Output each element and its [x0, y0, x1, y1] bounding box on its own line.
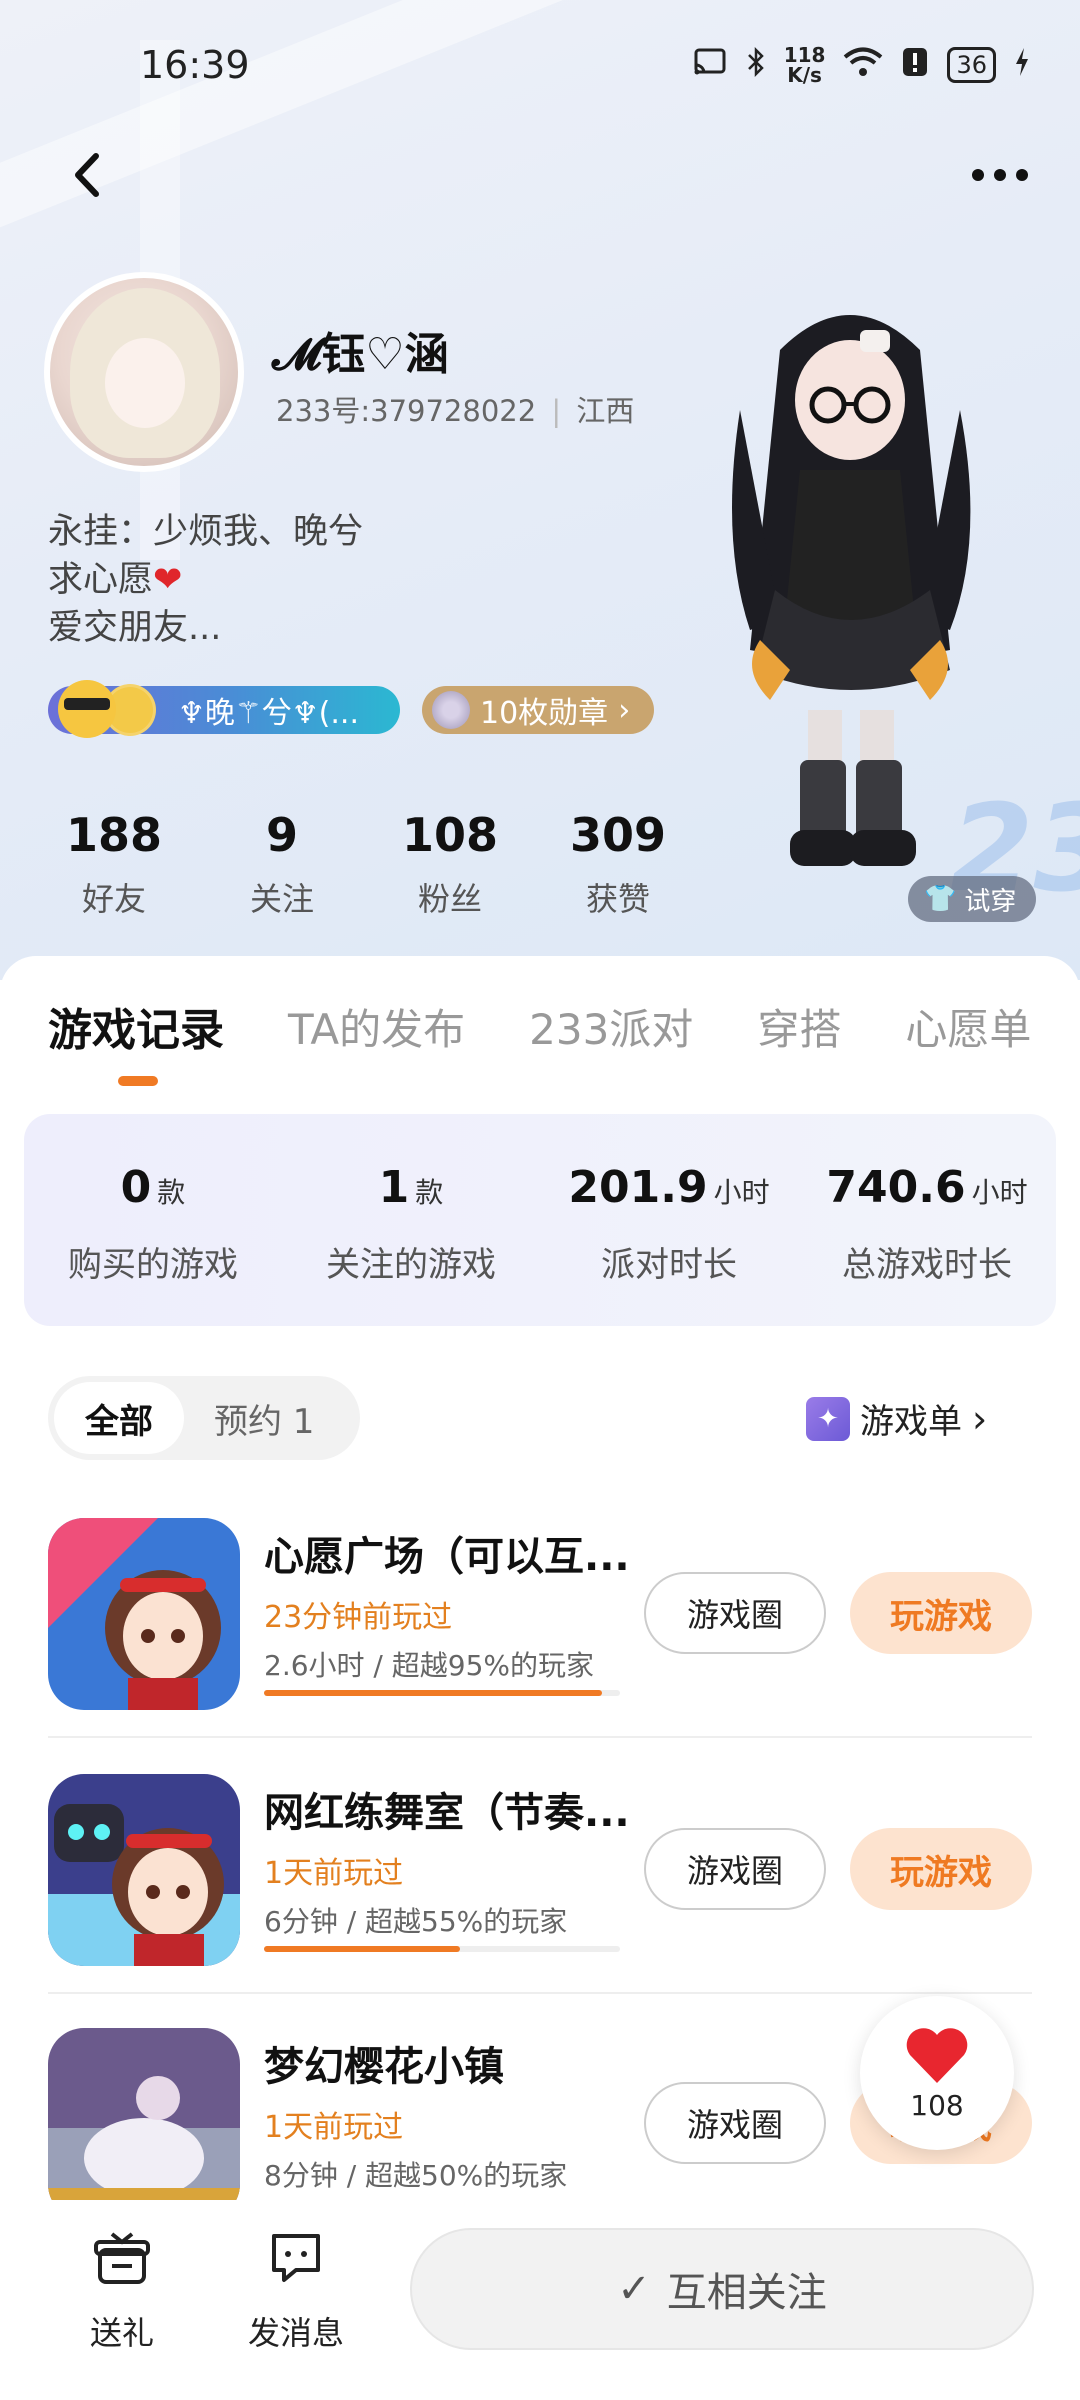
like-floating-button[interactable]: 108: [860, 1996, 1014, 2150]
stat-following[interactable]: 9 关注: [198, 808, 366, 920]
medal-icon: [432, 691, 470, 729]
divider: [48, 1736, 1032, 1738]
last-played: 1天前玩过: [264, 2110, 404, 2145]
network-speed: 118 K/s: [783, 43, 826, 87]
top-navigation: [0, 130, 1080, 220]
game-title: 梦幻樱花小镇: [264, 2044, 504, 2090]
game-circle-button[interactable]: 游戏圈: [644, 1828, 826, 1910]
list-item[interactable]: 网红练舞室（节奏... 1天前玩过 6分钟 / 超越55%的玩家 游戏圈 玩游戏: [48, 1774, 1032, 2024]
chat-bubble-icon: [272, 2234, 320, 2282]
more-dots-icon: [972, 169, 1028, 181]
bluetooth-icon: [746, 46, 766, 85]
send-gift-button[interactable]: 送礼: [62, 2228, 182, 2354]
tab-game-records[interactable]: 游戏记录: [48, 994, 224, 1058]
chevron-right-icon: ›: [618, 692, 631, 728]
play-stats: 6分钟 / 超越55%的玩家: [264, 1905, 568, 1938]
content-sheet: 游戏记录 TA的发布 233派对 穿搭 心愿单 0款 购买的游戏 1款 关注的游…: [0, 956, 1080, 2400]
tab-outfits[interactable]: 穿搭: [757, 996, 841, 1057]
play-stats: 2.6小时 / 超越95%的玩家: [264, 1649, 594, 1682]
summary-total-game-time: 740.6 小时 总游戏时长: [826, 1162, 1028, 1285]
user-bio: 永挂：少烦我、晚兮 求心愿❤ 爱交朋友...: [48, 512, 364, 648]
profile-stats: 188 好友 9 关注 108 粉丝 309 获赞: [30, 808, 702, 920]
check-icon: ✓: [617, 2266, 651, 2312]
bottom-action-bar: 送礼 发消息 ✓ 互相关注: [0, 2200, 1080, 2400]
username: 𝓜钰♡涵: [272, 329, 449, 380]
play-stats: 8分钟 / 超越50%的玩家: [264, 2159, 568, 2192]
list-item[interactable]: 心愿广场（可以互... 23分钟前玩过 2.6小时 / 超越95%的玩家 游戏圈…: [48, 1518, 1032, 1768]
mutual-follow-button[interactable]: ✓ 互相关注: [410, 2228, 1034, 2350]
last-played: 23分钟前玩过: [264, 1600, 453, 1635]
status-bar: 16:39 118 K/s 36: [0, 0, 1080, 130]
divider: [48, 1992, 1032, 1994]
game-title: 心愿广场（可以互...: [264, 1534, 630, 1580]
heart-icon: ❤: [153, 560, 183, 600]
tab-233-party[interactable]: 233派对: [529, 996, 693, 1057]
game-circle-button[interactable]: 游戏圈: [644, 1572, 826, 1654]
game-filter-segment: 全部 预约 1: [48, 1376, 360, 1460]
game-icon-wish-plaza: [48, 1518, 240, 1710]
progress-bar: [264, 1690, 620, 1696]
stat-followers[interactable]: 108 粉丝: [366, 808, 534, 920]
game-circle-button[interactable]: 游戏圈: [644, 2082, 826, 2164]
badges-row: ♆晚⚚兮♆(... 10枚勋章 ›: [48, 680, 655, 738]
stat-likes[interactable]: 309 获赞: [534, 808, 702, 920]
summary-purchased-games[interactable]: 0款 购买的游戏: [24, 1114, 282, 1326]
profile-tabs: 游戏记录 TA的发布 233派对 穿搭 心愿单: [48, 994, 1031, 1058]
game-icon-dance-studio: [48, 1774, 240, 1966]
cool-emoji-icon: [58, 680, 168, 740]
play-game-button[interactable]: 玩游戏: [850, 1828, 1032, 1910]
avatar-character-figure[interactable]: [700, 290, 1000, 890]
progress-bar: [264, 1946, 620, 1952]
avatar[interactable]: [44, 272, 244, 472]
filter-all[interactable]: 全部: [54, 1382, 184, 1454]
shirt-icon: 👕: [924, 884, 957, 914]
game-title: 网红练舞室（节奏...: [264, 1790, 630, 1836]
sparkle-icon: ✦: [806, 1396, 850, 1441]
alert-icon: [901, 46, 929, 85]
user-id-region: 233号:379728022 | 江西: [276, 394, 635, 428]
back-arrow-icon: [75, 153, 99, 197]
tab-wishlist[interactable]: 心愿单: [905, 996, 1031, 1057]
game-summary-card: 0款 购买的游戏 1款 关注的游戏 201.9 小时 派对时长 740.6 小时 总…: [24, 1114, 1056, 1326]
play-game-button[interactable]: 玩游戏: [850, 1572, 1032, 1654]
active-tab-indicator: [118, 1076, 158, 1086]
game-list-link[interactable]: ✦ 游戏单 ›: [806, 1394, 987, 1443]
wifi-icon: [843, 46, 883, 85]
more-options-button[interactable]: [970, 167, 1030, 183]
summary-followed-games[interactable]: 1款 关注的游戏: [282, 1114, 540, 1326]
try-on-button[interactable]: 👕 试穿: [908, 876, 1037, 922]
status-time: 16:39: [140, 43, 250, 87]
battery-indicator: 36: [947, 47, 996, 83]
send-message-button[interactable]: 发消息: [236, 2228, 356, 2354]
cast-icon: [692, 47, 728, 84]
last-played: 1天前玩过: [264, 1856, 404, 1891]
heart-icon: [906, 2027, 968, 2083]
game-icon-sakura-town: [48, 2028, 240, 2220]
filter-reserved[interactable]: 预约 1: [214, 1394, 314, 1443]
tab-posts[interactable]: TA的发布: [288, 996, 465, 1057]
summary-party-time: 201.9 小时 派对时长: [568, 1162, 770, 1285]
stat-friends[interactable]: 188 好友: [30, 808, 198, 920]
back-button[interactable]: [70, 150, 104, 200]
charging-icon: [1014, 47, 1030, 84]
nickname-badge[interactable]: ♆晚⚚兮♆(...: [48, 680, 400, 738]
medal-badge-button[interactable]: 10枚勋章 ›: [422, 686, 655, 734]
gift-icon: [94, 2232, 150, 2284]
chevron-right-icon: ›: [972, 1396, 988, 1441]
